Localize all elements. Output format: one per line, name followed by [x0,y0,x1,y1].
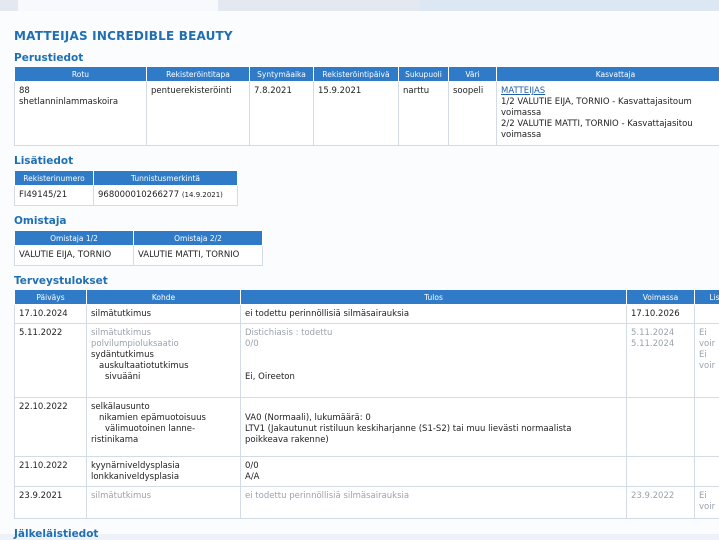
cell-rotu: 88 shetlanninlammaskoira [15,82,147,146]
col-header-kohde: Kohde [87,290,241,305]
cell-rekisterinumero: FI49145/21 [15,186,94,206]
section-heading-jalkelaistiedot: Jälkeläistiedot [14,528,98,540]
col-header-tulos: Tulos [241,290,627,305]
col-header-paivays: Päiväys [15,290,87,305]
cell-lisatieto [695,457,719,487]
cell-tulos: VA0 (Normaali), lukumäärä: 0 LTV1 (Jakau… [241,398,627,457]
cell-kohde: selkälausunto nikamien epämuotoisuus väl… [87,398,241,457]
cell-voimassa [627,398,695,457]
table-row: 21.10.2022 kyynärniveldysplasia lonkkani… [15,457,719,487]
cell-date: 5.11.2022 [15,324,87,398]
omistaja-table: Omistaja 1/2 Omistaja 2/2 VALUTIE EIJA, … [14,230,263,266]
top-tab-active[interactable] [420,0,719,11]
cell-tulos: Distichiasis : todettu 0/0 Ei, Oireeton [241,324,627,398]
col-header-rekisterointitapa: Rekisteröintitapa [147,67,250,82]
col-header-omistaja-1: Omistaja 1/2 [15,231,134,246]
cell-omistaja-2: VALUTIE MATTI, TORNIO [134,246,263,266]
top-tab-bar [0,0,719,11]
cell-kohde: silmätutkimus [87,305,241,324]
cell-tunnistusmerkinta: 968000010266277 (14.9.2021) [94,186,238,206]
cell-lisatieto: Ei voir Ei voir [695,324,719,398]
col-header-syntymaaika: Syntymäaika [250,67,314,82]
col-header-voimassa: Voimassa [627,290,695,305]
cell-lisatieto [695,398,719,457]
cell-rekisterointitapa: pentuerekisteröinti [147,82,250,146]
cell-kohde: silmätutkimus [87,487,241,519]
col-header-tunnistusmerkinta: Tunnistusmerkintä [94,171,238,186]
cell-kohde: kyynärniveldysplasia lonkkaniveldysplasi… [87,457,241,487]
page-title: MATTEIJAS INCREDIBLE BEAUTY [14,29,233,43]
table-row: 88 shetlanninlammaskoira pentuerekisterö… [15,82,719,146]
cell-date: 22.10.2022 [15,398,87,457]
cell-kasvattaja: MATTEIJAS 1/2 VALUTIE EIJA, TORNIO - Kas… [497,82,719,146]
cell-tulos: 0/0 A/A [241,457,627,487]
cell-lisatieto: Ei voir [695,487,719,519]
cell-voimassa: 23.9.2022 [627,487,695,519]
col-header-rotu: Rotu [15,67,147,82]
section-heading-terveystulokset: Terveystulokset [14,275,108,287]
perustiedot-table: Rotu Rekisteröintitapa Syntymäaika Rekis… [14,66,719,146]
section-heading-lisatiedot: Lisätiedot [14,155,73,167]
table-row: 22.10.2022 selkälausunto nikamien epämuo… [15,398,719,457]
cell-date: 21.10.2022 [15,457,87,487]
top-tab[interactable] [18,0,218,11]
cell-sukupuoli: narttu [399,82,449,146]
cell-voimassa: 5.11.2024 5.11.2024 [627,324,695,398]
table-row: 23.9.2021 silmätutkimus ei todettu perin… [15,487,719,519]
table-row: VALUTIE EIJA, TORNIO VALUTIE MATTI, TORN… [15,246,263,266]
table-header-row: Päiväys Kohde Tulos Voimassa Lis [15,290,719,305]
lisatiedot-table: Rekisterinumero Tunnistusmerkintä FI4914… [14,170,238,206]
cell-syntymaaika: 7.8.2021 [250,82,314,146]
table-header-row: Omistaja 1/2 Omistaja 2/2 [15,231,263,246]
table-header-row: Rekisterinumero Tunnistusmerkintä [15,171,238,186]
terveystulokset-table: Päiväys Kohde Tulos Voimassa Lis 17.10.2… [14,289,719,519]
table-row: FI49145/21 968000010266277 (14.9.2021) [15,186,238,206]
col-header-kasvattaja: Kasvattaja [497,67,719,82]
col-header-vari: Väri [449,67,497,82]
cell-vari: soopeli [449,82,497,146]
section-heading-omistaja: Omistaja [14,215,67,227]
col-header-omistaja-2: Omistaja 2/2 [134,231,263,246]
cell-voimassa [627,457,695,487]
col-header-lisatieto: Lis [695,290,719,305]
table-row: 17.10.2024 silmätutkimus ei todettu peri… [15,305,719,324]
cell-omistaja-1: VALUTIE EIJA, TORNIO [15,246,134,266]
kasvattaja-link[interactable]: MATTEIJAS [501,86,719,97]
cell-tulos: ei todettu perinnöllisiä silmäsairauksia [241,305,627,324]
col-header-rekisterinumero: Rekisterinumero [15,171,94,186]
cell-voimassa: 17.10.2026 [627,305,695,324]
cell-date: 17.10.2024 [15,305,87,324]
cell-tulos: ei todettu perinnöllisiä silmäsairauksia [241,487,627,519]
table-header-row: Rotu Rekisteröintitapa Syntymäaika Rekis… [15,67,719,82]
col-header-rekisterointipaiva: Rekisteröintipäivä [314,67,399,82]
cell-lisatieto [695,305,719,324]
cell-date: 23.9.2021 [15,487,87,519]
section-heading-perustiedot: Perustiedot [14,52,83,64]
cell-kohde: silmätutkimus polvilumpioluksaatio sydän… [87,324,241,398]
col-header-sukupuoli: Sukupuoli [399,67,449,82]
cell-rekisterointipaiva: 15.9.2021 [314,82,399,146]
table-row: 5.11.2022 silmätutkimus polvilumpioluksa… [15,324,719,398]
